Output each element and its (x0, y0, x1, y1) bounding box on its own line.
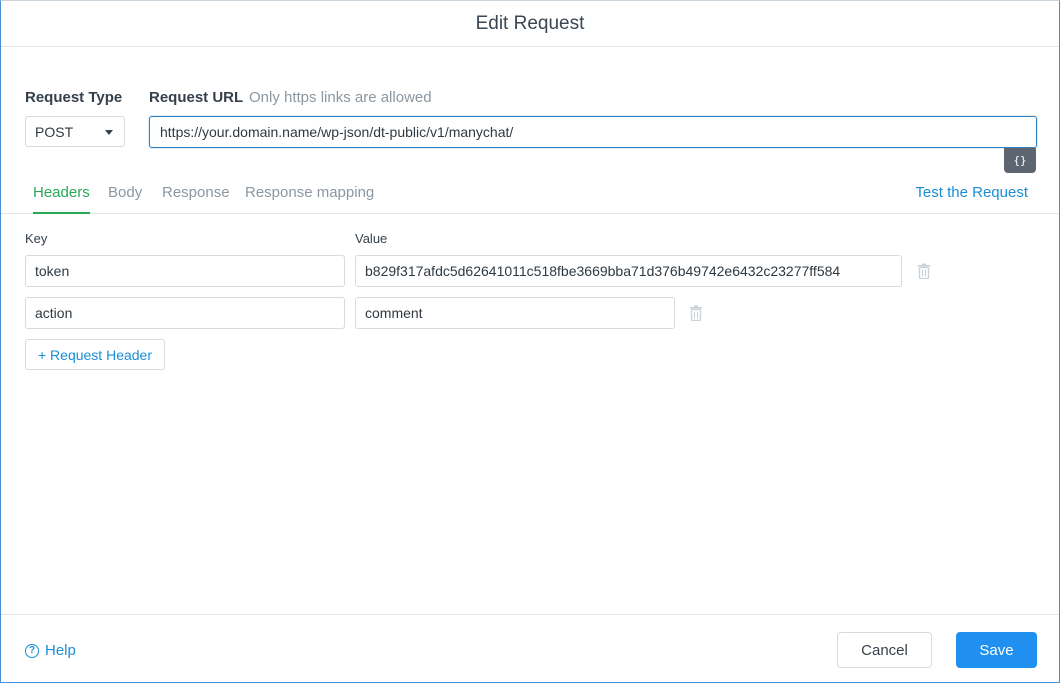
caret-down-icon (105, 130, 113, 135)
question-circle-icon: ? (25, 643, 39, 658)
add-request-header-button[interactable]: + Request Header (25, 339, 165, 370)
tab-headers[interactable]: Headers (33, 184, 90, 214)
tab-response[interactable]: Response (162, 184, 230, 214)
header-value-input[interactable]: b829f317afdc5d62641011c518fbe3669bba71d3… (355, 255, 902, 287)
request-tabs: Headers Body Response Response mapping T… (1, 179, 1059, 214)
insert-variable-button[interactable]: {} (1004, 148, 1036, 173)
request-type-select[interactable]: POST (25, 116, 125, 147)
request-url-hint: Only https links are allowed (249, 89, 432, 106)
request-type-value: POST (35, 123, 74, 140)
request-type-label: Request Type (25, 89, 123, 106)
tab-body[interactable]: Body (108, 184, 142, 214)
dialog-title: Edit Request (475, 12, 585, 34)
dialog-header: Edit Request (1, 1, 1059, 47)
request-url-input[interactable] (149, 116, 1037, 148)
header-key-input[interactable]: token (25, 255, 345, 287)
trash-icon[interactable] (917, 263, 931, 280)
header-value-input[interactable]: comment (355, 297, 675, 329)
help-label: Help (45, 642, 76, 659)
tab-response-mapping[interactable]: Response mapping (245, 184, 374, 214)
cancel-button[interactable]: Cancel (837, 632, 932, 668)
request-url-label: Request URL (149, 89, 244, 106)
help-link[interactable]: ? Help (25, 642, 76, 659)
save-button[interactable]: Save (956, 632, 1037, 668)
header-key-input[interactable]: action (25, 297, 345, 329)
test-request-link[interactable]: Test the Request (915, 184, 1028, 201)
key-column-label: Key (25, 231, 48, 246)
dialog-footer: ? Help Cancel Save (1, 614, 1059, 683)
edit-request-dialog: Edit Request Request Type Request URL On… (0, 0, 1060, 683)
trash-icon[interactable] (689, 305, 703, 322)
value-column-label: Value (355, 231, 388, 246)
